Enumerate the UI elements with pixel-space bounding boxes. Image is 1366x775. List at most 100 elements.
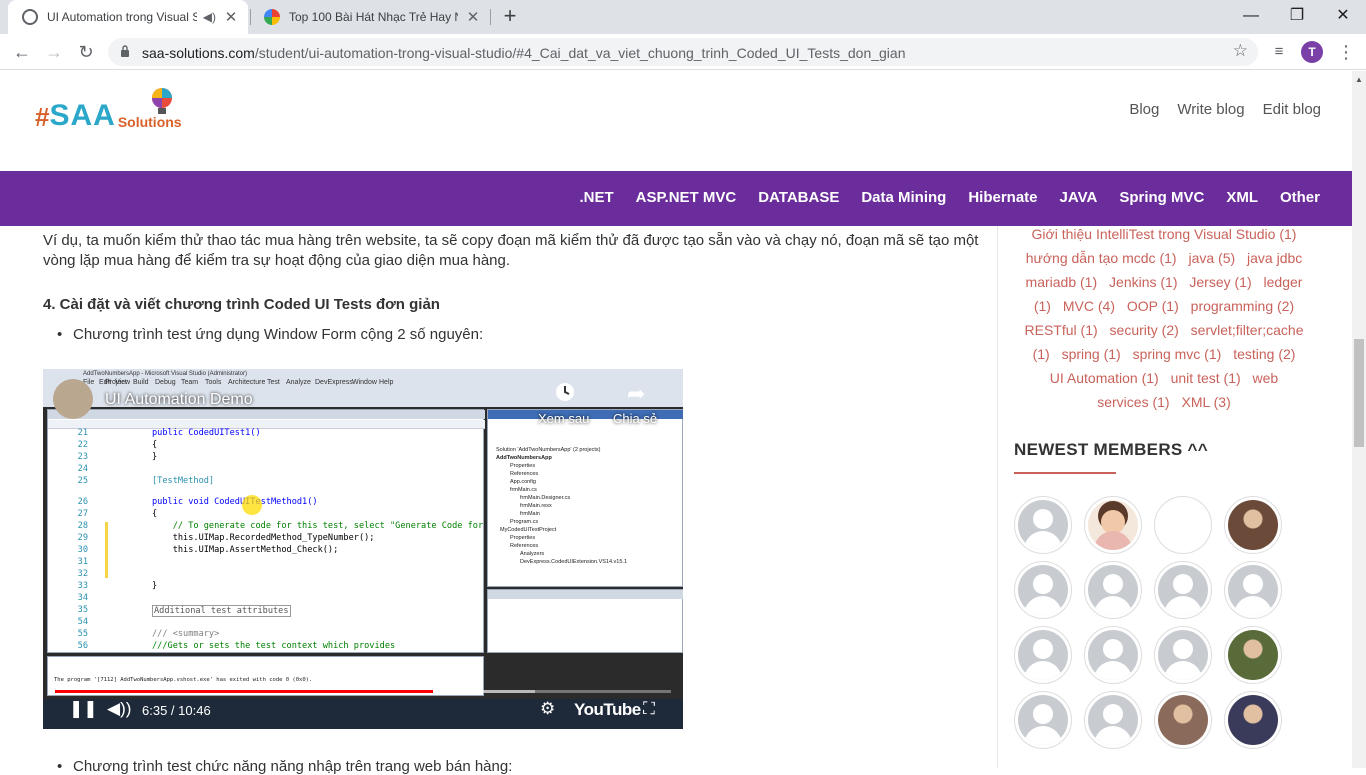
line-number: 29: [77, 533, 88, 543]
member-avatar[interactable]: [1084, 626, 1142, 684]
mouse-highlight: [242, 495, 262, 515]
section-heading: 4. Cài đặt và viết chương trình Coded UI…: [43, 296, 440, 313]
category-spring-mvc[interactable]: Spring MVC: [1119, 189, 1204, 206]
tag-link[interactable]: spring mvc (1): [1133, 346, 1222, 362]
tag-link[interactable]: Jenkins (1): [1109, 274, 1177, 290]
tag-link[interactable]: web: [1253, 370, 1279, 386]
minimize-button[interactable]: —: [1228, 0, 1274, 32]
logo-saa: SAA: [49, 99, 116, 132]
vs-menu-item: Help: [379, 379, 394, 386]
tag-link[interactable]: services (1): [1097, 394, 1169, 410]
tag-link[interactable]: security (2): [1110, 322, 1179, 338]
address-bar[interactable]: saa-solutions.com/student/ui-automation-…: [108, 38, 1258, 66]
new-tab-button[interactable]: +: [498, 4, 522, 28]
member-avatar[interactable]: [1224, 561, 1282, 619]
nav-write-blog[interactable]: Write blog: [1177, 101, 1244, 118]
heading-underline: [1014, 472, 1116, 474]
pause-icon[interactable]: ❚❚: [69, 699, 98, 719]
tag-link[interactable]: Giới thiệu IntelliTest trong Visual Stud…: [1032, 226, 1297, 242]
share-arrow-icon[interactable]: ➦: [627, 381, 645, 407]
member-avatar[interactable]: [1154, 561, 1212, 619]
progress-played: [55, 690, 434, 693]
tag-link[interactable]: programming (2): [1191, 298, 1294, 314]
member-avatar[interactable]: [1014, 626, 1072, 684]
bookmark-star-icon[interactable]: ☆: [1233, 41, 1248, 61]
tag-link[interactable]: OOP (1): [1127, 298, 1179, 314]
member-avatar[interactable]: [1154, 691, 1212, 749]
tag-link[interactable]: Jersey (1): [1189, 274, 1251, 290]
avatar-image: [1228, 630, 1278, 680]
vs-menu-item: Team: [181, 379, 199, 386]
tag-link[interactable]: RESTful (1): [1025, 322, 1098, 338]
lightbulb-icon: [152, 88, 172, 114]
tag-link[interactable]: testing (2): [1233, 346, 1295, 362]
tag-link[interactable]: ledger: [1264, 274, 1303, 290]
tag-link[interactable]: mariadb (1): [1026, 274, 1098, 290]
member-avatar[interactable]: [1154, 496, 1212, 554]
category-other[interactable]: Other: [1280, 189, 1320, 206]
member-avatar[interactable]: [1224, 691, 1282, 749]
close-tab-icon[interactable]: ✕: [224, 8, 238, 26]
tag-link[interactable]: spring (1): [1062, 346, 1121, 362]
menu-kebab-icon[interactable]: ⋮: [1332, 38, 1360, 66]
watch-later-label[interactable]: Xem sau: [538, 411, 589, 426]
tag-link[interactable]: MVC (4): [1063, 298, 1115, 314]
category-data-mining[interactable]: Data Mining: [861, 189, 946, 206]
scrollbar-thumb[interactable]: [1354, 339, 1364, 447]
member-avatar[interactable]: [1084, 561, 1142, 619]
youtube-video-player[interactable]: AddTwoNumbersApp - Microsoft Visual Stud…: [43, 369, 683, 729]
back-arrow-icon[interactable]: ←: [8, 38, 36, 66]
youtube-logo[interactable]: YouTube: [574, 700, 641, 720]
member-avatar[interactable]: [1224, 496, 1282, 554]
solution-tree-item: Properties: [510, 463, 536, 469]
member-avatar[interactable]: [1014, 561, 1072, 619]
share-label[interactable]: Chia sẻ: [613, 411, 657, 426]
volume-icon[interactable]: ◀)): [107, 699, 131, 719]
tag-link[interactable]: (1): [1033, 346, 1050, 362]
category-database[interactable]: DATABASE: [758, 189, 839, 206]
browser-tab-active[interactable]: UI Automation trong Visual S ◀) ✕: [8, 0, 248, 34]
forward-arrow-icon[interactable]: →: [40, 38, 68, 66]
member-avatar[interactable]: [1014, 496, 1072, 554]
browser-tab[interactable]: Top 100 Bài Hát Nhạc Trẻ Hay Nh ✕: [250, 0, 490, 34]
channel-avatar[interactable]: [53, 379, 93, 419]
member-avatar[interactable]: [1154, 626, 1212, 684]
video-title[interactable]: UI Automation Demo: [105, 391, 253, 409]
close-window-button[interactable]: ✕: [1320, 0, 1366, 32]
member-avatar[interactable]: [1084, 496, 1142, 554]
tag-link[interactable]: hướng dẫn tạo mcdc (1): [1026, 250, 1177, 266]
tag-link[interactable]: unit test (1): [1171, 370, 1241, 386]
profile-avatar[interactable]: T: [1301, 41, 1323, 63]
tag-link[interactable]: XML (3): [1181, 394, 1230, 410]
tag-link[interactable]: (1): [1034, 298, 1051, 314]
tag-link[interactable]: java jdbc: [1247, 250, 1302, 266]
maximize-button[interactable]: ❐: [1274, 0, 1320, 32]
member-avatar[interactable]: [1224, 626, 1282, 684]
member-avatar[interactable]: [1084, 691, 1142, 749]
category-hibernate[interactable]: Hibernate: [968, 189, 1037, 206]
tag-link[interactable]: java (5): [1188, 250, 1235, 266]
settings-gear-icon[interactable]: ⚙: [540, 699, 555, 719]
globe-icon: [22, 9, 38, 25]
vs-change-marker: [105, 522, 108, 544]
lock-icon: [121, 45, 129, 57]
fullscreen-icon[interactable]: ⛶: [643, 699, 655, 719]
nav-blog[interactable]: Blog: [1129, 101, 1159, 118]
tag-link[interactable]: UI Automation (1): [1050, 370, 1159, 386]
scroll-up-arrow-icon[interactable]: ▲: [1355, 75, 1363, 84]
reload-icon[interactable]: ↻: [72, 38, 100, 66]
video-progress-bar[interactable]: [55, 690, 671, 693]
speaker-icon[interactable]: ◀): [203, 10, 216, 24]
nav-edit-blog[interactable]: Edit blog: [1263, 101, 1321, 118]
category-java[interactable]: JAVA: [1060, 189, 1098, 206]
category-aspnet-mvc[interactable]: ASP.NET MVC: [636, 189, 737, 206]
close-tab-icon[interactable]: ✕: [466, 8, 480, 26]
category-dotnet[interactable]: .NET: [579, 189, 613, 206]
category-xml[interactable]: XML: [1226, 189, 1258, 206]
sidebar-divider: [997, 226, 998, 768]
tag-link[interactable]: servlet;filter;cache: [1191, 322, 1304, 338]
clock-icon[interactable]: [555, 382, 575, 402]
member-avatar[interactable]: [1014, 691, 1072, 749]
page-scrollbar[interactable]: ▲: [1352, 71, 1366, 768]
media-queue-icon[interactable]: ≡: [1265, 38, 1293, 66]
